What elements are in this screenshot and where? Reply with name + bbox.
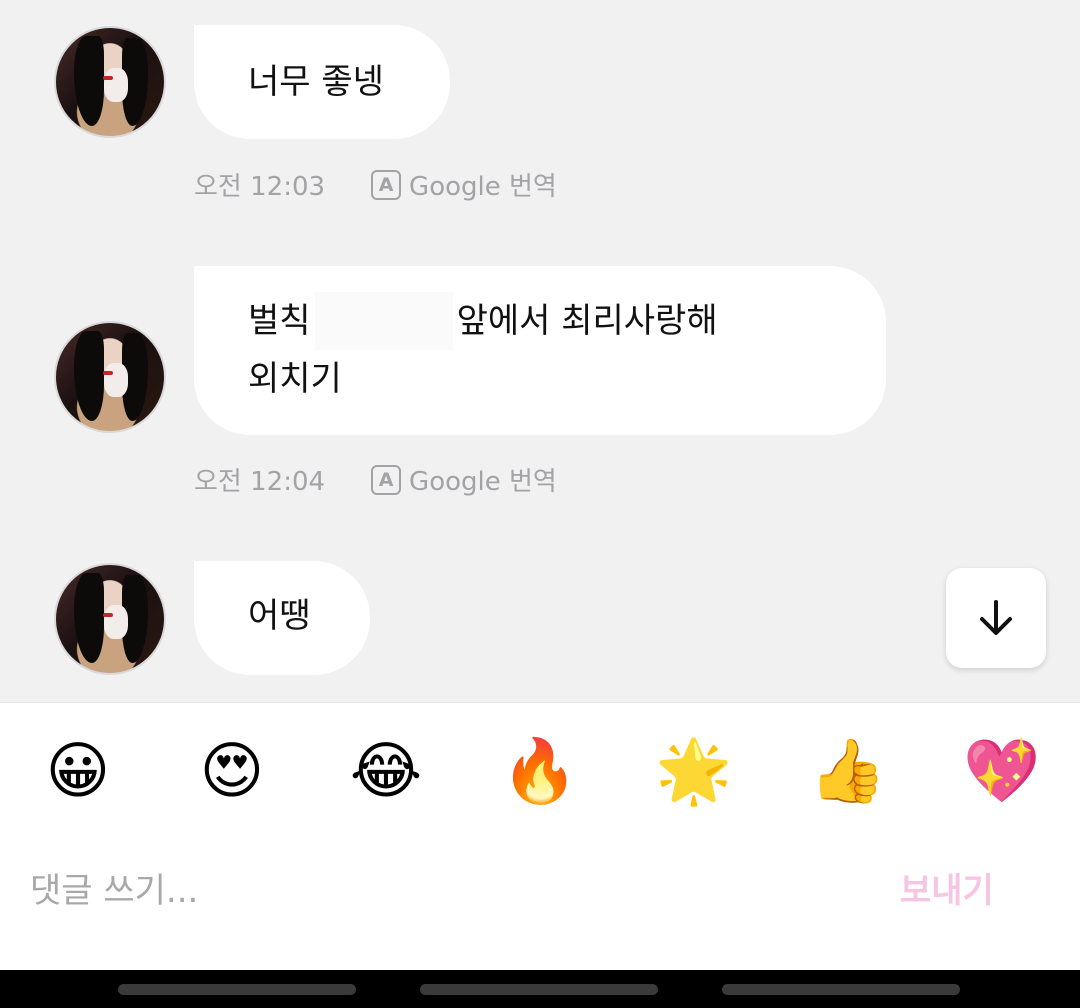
grinning-face-emoji-button[interactable]: 😀 <box>38 731 118 811</box>
message-bubble[interactable]: 너무 좋넹 <box>194 25 450 139</box>
message-time: 오전 12:03 <box>194 172 326 202</box>
glowing-star-emoji-button[interactable]: 🌟 <box>654 731 734 811</box>
scroll-to-bottom-button[interactable] <box>946 568 1046 668</box>
translate-a-icon[interactable]: A <box>371 169 402 200</box>
nav-recents-gesture[interactable] <box>722 984 960 995</box>
message-text: 벌칙 <box>248 301 311 341</box>
message-text: 너무 좋넹 <box>248 62 384 102</box>
avatar[interactable] <box>54 26 166 138</box>
message-bubble[interactable]: 어땡 <box>194 561 370 675</box>
nav-home-gesture[interactable] <box>420 984 658 995</box>
message-meta: 오전 12:04 A Google 번역 <box>194 461 557 498</box>
tears-of-joy-emoji-button[interactable]: 😂 <box>346 731 426 811</box>
message-text: 어땡 <box>248 596 311 636</box>
quick-reactions: 😀 😍 😂 🔥 🌟 👍 💖 <box>0 731 1080 811</box>
message-meta: 오전 12:03 A Google 번역 <box>194 166 557 203</box>
comment-input[interactable] <box>30 863 830 919</box>
avatar[interactable] <box>54 321 166 433</box>
message-bubble[interactable]: 벌칙 앞에서 최리사랑해 외치기 <box>194 266 886 435</box>
message-text: 외치기 <box>248 359 342 399</box>
sparkling-heart-emoji-button[interactable]: 💖 <box>962 731 1042 811</box>
message-text: 앞에서 최리사랑해 <box>456 301 718 341</box>
thumbs-up-emoji-button[interactable]: 👍 <box>808 731 888 811</box>
system-navigation-bar <box>0 970 1080 1008</box>
nav-back-gesture[interactable] <box>118 984 356 995</box>
translate-a-icon[interactable]: A <box>371 464 402 495</box>
translate-link[interactable]: Google 번역 <box>409 461 557 498</box>
avatar[interactable] <box>54 563 166 675</box>
arrow-down-icon <box>980 600 1012 635</box>
message-time: 오전 12:04 <box>194 467 326 497</box>
send-button[interactable]: 보내기 <box>900 863 994 919</box>
heart-eyes-emoji-button[interactable]: 😍 <box>192 731 272 811</box>
fire-emoji-button[interactable]: 🔥 <box>500 731 580 811</box>
chat-thread: 너무 좋넹 오전 12:03 A Google 번역 벌칙 앞에서 최리사랑해 외… <box>0 0 1080 702</box>
composer-panel: 😀 😍 😂 🔥 🌟 👍 💖 보내기 <box>0 702 1080 970</box>
redacted-text <box>314 292 453 350</box>
translate-link[interactable]: Google 번역 <box>409 166 557 203</box>
